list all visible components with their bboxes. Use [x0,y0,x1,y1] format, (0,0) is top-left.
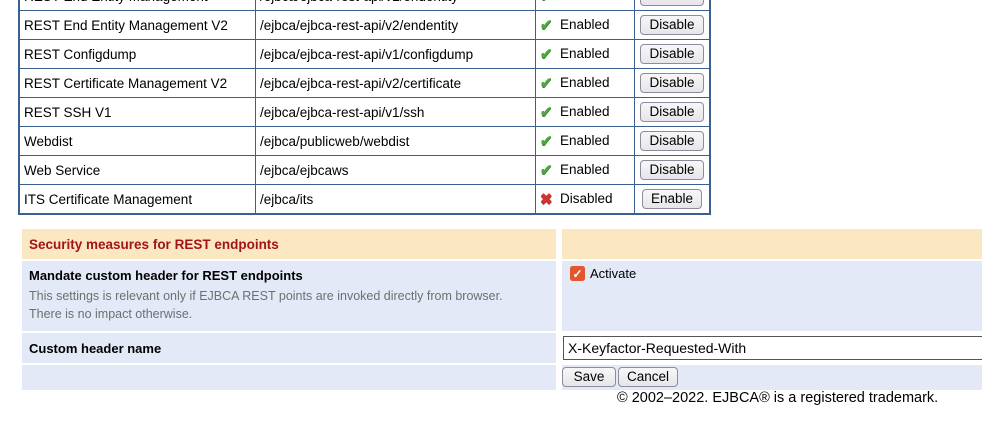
endpoint-status: ✔Enabled [536,98,635,127]
endpoint-name: REST Certificate Management V2 [19,69,256,98]
status-enabled-icon: ✔ [540,132,557,150]
endpoint-action-cell: Disable [635,127,711,156]
status-text: Enabled [560,17,610,32]
status-text: Enabled [560,162,610,177]
status-enabled-icon: ✔ [540,45,557,63]
table-row: REST End Entity Management V2 /ejbca/ejb… [19,11,710,40]
endpoint-url: /ejbca/ejbca-rest-api/v1/configdump [256,40,536,69]
cancel-button[interactable]: Cancel [618,367,678,387]
enable-button[interactable]: Enable [642,189,702,209]
custom-header-input[interactable] [563,336,982,360]
disable-button[interactable]: Disable [640,44,703,64]
disable-button[interactable]: Disable [640,102,703,122]
endpoint-name: REST End Entity Management V2 [19,11,256,40]
status-enabled-icon: ✔ [540,161,557,179]
status-text: Enabled [560,0,610,3]
status-enabled-icon: ✔ [540,0,557,5]
mandate-label: Mandate custom header for REST endpoints [29,268,547,283]
endpoint-action-cell: Disable [635,156,711,185]
endpoint-name: REST End Entity Management [19,0,256,11]
disable-button[interactable]: Disable [640,0,703,6]
security-header-row: Security measures for REST endpoints [22,229,982,259]
table-row: Webdist /ejbca/publicweb/webdist ✔Enable… [19,127,710,156]
activate-checkbox-label: Activate [590,266,636,281]
status-text: Enabled [560,46,610,61]
endpoint-url: /ejbca/its [256,185,536,215]
endpoint-name: REST Configdump [19,40,256,69]
status-disabled-icon: ✖ [540,190,557,208]
endpoint-action-cell: Disable [635,40,711,69]
endpoint-url: /ejbca/ejbca-rest-api/v1/endentity [256,0,536,11]
table-row: Web Service /ejbca/ejbcaws ✔Enabled Disa… [19,156,710,185]
endpoint-status: ✔Enabled [536,0,635,11]
endpoint-url: /ejbca/publicweb/webdist [256,127,536,156]
endpoint-action-cell: Enable [635,185,711,215]
security-header-spacer [562,229,982,259]
activate-checkbox[interactable]: ✓ [570,266,585,281]
endpoint-name: Webdist [19,127,256,156]
actions-row-spacer [22,365,556,390]
status-text: Enabled [560,104,610,119]
copyright-footer: © 2002–2022. EJBCA® is a registered trad… [617,390,938,406]
table-row: REST SSH V1 /ejbca/ejbca-rest-api/v1/ssh… [19,98,710,127]
save-button[interactable]: Save [562,367,616,387]
table-row: REST End Entity Management /ejbca/ejbca-… [19,0,710,11]
security-section-title: Security measures for REST endpoints [22,229,556,259]
disable-button[interactable]: Disable [640,131,703,151]
rest-endpoints-table: REST End Entity Management /ejbca/ejbca-… [18,0,711,215]
endpoint-url: /ejbca/ejbca-rest-api/v2/certificate [256,69,536,98]
disable-button[interactable]: Disable [640,73,703,93]
endpoint-status: ✔Enabled [536,127,635,156]
status-enabled-icon: ✔ [540,74,557,92]
mandate-description: This settings is relevant only if EJBCA … [29,287,534,323]
endpoint-action-cell: Disable [635,98,711,127]
mandate-row: Mandate custom header for REST endpoints… [22,261,982,331]
disable-button[interactable]: Disable [640,15,703,35]
endpoint-name: Web Service [19,156,256,185]
endpoint-url: /ejbca/ejbca-rest-api/v1/ssh [256,98,536,127]
endpoint-name: REST SSH V1 [19,98,256,127]
endpoint-status: ✔Enabled [536,69,635,98]
custom-header-label: Custom header name [23,341,555,356]
security-measures-table: Security measures for REST endpoints Man… [16,227,982,392]
endpoint-url: /ejbca/ejbcaws [256,156,536,185]
endpoint-status: ✖Disabled [536,185,635,215]
status-enabled-icon: ✔ [540,103,557,121]
status-text: Enabled [560,75,610,90]
disable-button[interactable]: Disable [640,160,703,180]
endpoint-action-cell: Disable [635,69,711,98]
endpoint-status: ✔Enabled [536,11,635,40]
endpoint-url: /ejbca/ejbca-rest-api/v2/endentity [256,11,536,40]
status-text: Disabled [560,191,613,206]
table-row: REST Certificate Management V2 /ejbca/ej… [19,69,710,98]
endpoint-action-cell: Disable [635,0,711,11]
endpoint-status: ✔Enabled [536,156,635,185]
endpoint-status: ✔Enabled [536,40,635,69]
endpoint-name: ITS Certificate Management [19,185,256,215]
actions-row: SaveCancel [22,365,982,390]
status-enabled-icon: ✔ [540,16,557,34]
endpoint-action-cell: Disable [635,11,711,40]
page: REST End Entity Management /ejbca/ejbca-… [0,0,982,426]
table-row: ITS Certificate Management /ejbca/its ✖D… [19,185,710,215]
status-text: Enabled [560,133,610,148]
table-row: REST Configdump /ejbca/ejbca-rest-api/v1… [19,40,710,69]
custom-header-row: Custom header name [22,333,982,363]
